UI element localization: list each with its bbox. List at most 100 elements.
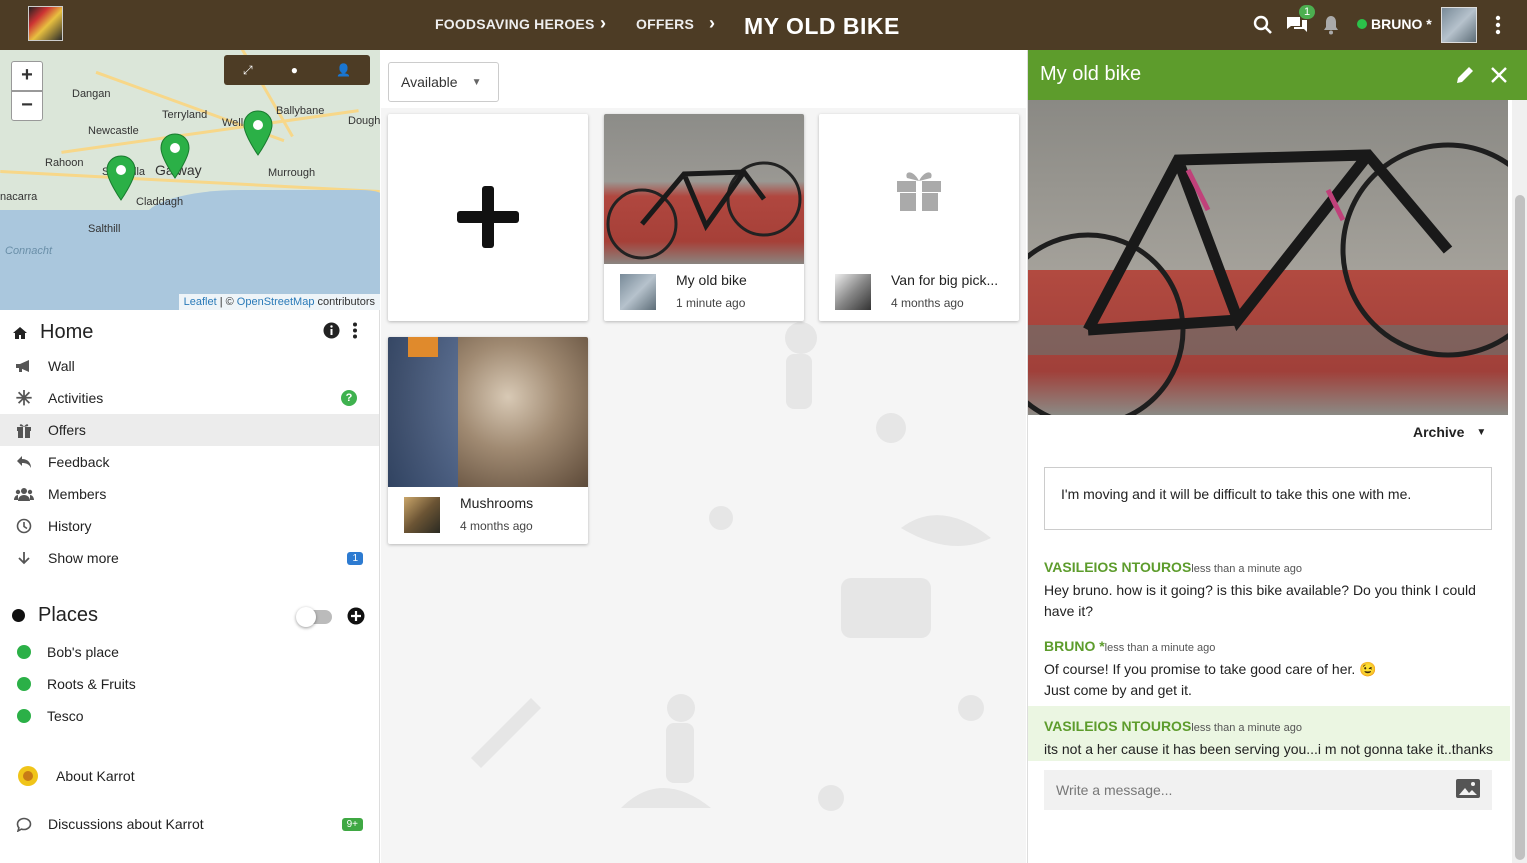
places-dot-icon [12, 609, 25, 622]
places-toggle[interactable] [296, 607, 332, 627]
offer-title: Mushrooms [460, 495, 534, 511]
more-vert-icon[interactable] [1486, 13, 1510, 37]
arrow-down-icon [0, 551, 48, 565]
message-text: Just come by and get it. [1044, 682, 1192, 698]
avatar [620, 274, 656, 310]
place-item[interactable]: Roots & Fruits [0, 668, 379, 700]
avatar[interactable] [1441, 7, 1477, 43]
chat-bubble-icon [0, 817, 48, 832]
leaflet-link[interactable]: Leaflet [184, 296, 217, 308]
offer-card[interactable]: My old bike 1 minute ago [604, 114, 804, 321]
message-author[interactable]: VASILEIOS NTOUROS [1044, 718, 1191, 734]
offers-area: Available ▼ My old bike 1 minute ago Van… [381, 50, 1026, 863]
home-title: Home [40, 321, 94, 343]
chat-badge: 1 [1299, 5, 1316, 19]
home-header[interactable]: Home [12, 321, 93, 344]
place-item[interactable]: Tesco [0, 700, 379, 732]
megaphone-icon [0, 359, 48, 373]
history-icon [0, 518, 48, 534]
avatar [404, 497, 440, 533]
offer-photo [604, 114, 804, 264]
offer-photo [1028, 100, 1508, 415]
breadcrumb-group[interactable]: FOODSAVING HEROES [435, 16, 595, 32]
message-author[interactable]: VASILEIOS NTOUROS [1044, 559, 1191, 575]
message-time: less than a minute ago [1191, 722, 1302, 734]
user-name[interactable]: BRUNO * [1371, 16, 1432, 32]
scrollbar[interactable] [1512, 100, 1527, 863]
zoom-out-button[interactable]: − [11, 91, 43, 121]
places-title: Places [38, 604, 99, 626]
show-places-icon[interactable]: ● [291, 63, 298, 77]
sidebar-item-members[interactable]: Members [0, 478, 379, 510]
map-controls: ⤢ ● 👤 [224, 55, 370, 85]
sidebar-item-offers[interactable]: Offers [0, 414, 379, 446]
discussions-link[interactable]: Discussions about Karrot 9+ [0, 808, 379, 840]
map-marker-pin[interactable] [160, 133, 190, 179]
map[interactable]: Dangan Terryland Ballybane Newcastle Wel… [0, 50, 380, 310]
message-input[interactable]: Write a message... [1044, 770, 1492, 810]
help-icon[interactable]: ? [341, 390, 357, 406]
offer-detail-panel: My old bike Archive ▼ I'm moving and it … [1027, 50, 1527, 863]
map-attribution: Leaflet | © OpenStreetMap contributors [178, 294, 380, 310]
offer-card[interactable]: Mushrooms 4 months ago [388, 337, 588, 544]
archive-button[interactable]: Archive ▼ [1413, 424, 1486, 440]
detail-header: My old bike [1028, 50, 1527, 100]
map-marker-pin[interactable] [106, 155, 136, 201]
message-text: have it? [1044, 603, 1094, 619]
offer-time: 4 months ago [460, 519, 533, 533]
places-header: Places [12, 604, 98, 627]
gift-icon [897, 172, 941, 211]
map-label: Murrough [268, 167, 316, 179]
status-filter-select[interactable]: Available ▼ [388, 62, 499, 102]
offer-placeholder [819, 114, 1019, 264]
map-label: Dangan [72, 88, 111, 100]
info-icon[interactable] [323, 322, 340, 344]
about-karrot-link[interactable]: About Karrot [0, 760, 379, 792]
zoom-in-button[interactable]: + [11, 61, 43, 91]
close-icon[interactable] [1490, 66, 1508, 89]
show-users-icon[interactable]: 👤 [336, 63, 351, 77]
add-offer-card[interactable] [388, 114, 588, 321]
offer-title: My old bike [676, 272, 747, 288]
map-label: Claddagh [136, 196, 184, 208]
add-circle-icon[interactable] [347, 607, 365, 630]
sidebar-item-show-more[interactable]: Show more 1 [0, 542, 379, 574]
left-sidebar: Dangan Terryland Ballybane Newcastle Wel… [0, 50, 380, 863]
karrot-logo-icon [0, 765, 56, 787]
sidebar-item-history[interactable]: History [0, 510, 379, 542]
chevron-right-icon: › [600, 13, 606, 33]
chat-message: VASILEIOS NTOUROSless than a minute ago … [1028, 706, 1510, 761]
place-item[interactable]: Bob's place [0, 636, 379, 668]
caret-down-icon: ▼ [471, 76, 482, 88]
map-label: Newcastle [88, 125, 139, 137]
more-vert-icon[interactable] [352, 322, 358, 344]
group-logo[interactable] [28, 6, 63, 41]
sidebar-item-feedback[interactable]: Feedback [0, 446, 379, 478]
fullscreen-icon[interactable]: ⤢ [243, 63, 253, 78]
chat-message: BRUNO *less than a minute ago Of course!… [1028, 636, 1510, 701]
osm-link[interactable]: OpenStreetMap [237, 296, 315, 308]
message-text: its not a her cause it has been serving … [1044, 741, 1494, 757]
message-author[interactable]: BRUNO * [1044, 638, 1105, 654]
page-title: MY OLD BIKE [744, 13, 900, 39]
sidebar-item-wall[interactable]: Wall [0, 350, 379, 382]
pencil-icon[interactable] [1455, 65, 1475, 90]
avatar [835, 274, 871, 310]
people-icon [0, 487, 48, 501]
place-status-dot [17, 645, 31, 659]
place-status-dot [17, 677, 31, 691]
breadcrumb-offers[interactable]: OFFERS [636, 16, 694, 32]
map-marker-pin[interactable] [243, 110, 273, 156]
count-badge: 1 [347, 551, 363, 565]
search-icon[interactable] [1251, 13, 1275, 37]
map-label: Connacht [5, 245, 53, 257]
bell-icon[interactable] [1319, 13, 1343, 37]
sidebar-item-activities[interactable]: ✳ Activities ? [0, 382, 379, 414]
detail-title: My old bike [1040, 63, 1142, 85]
image-icon[interactable] [1456, 779, 1480, 801]
message-time: less than a minute ago [1191, 563, 1302, 575]
message-text: Of course! If you promise to take good c… [1044, 661, 1377, 677]
top-bar: FOODSAVING HEROES › OFFERS › MY OLD BIKE… [0, 0, 1527, 50]
reply-icon [0, 455, 48, 469]
offer-card[interactable]: Van for big pick... 4 months ago [819, 114, 1019, 321]
